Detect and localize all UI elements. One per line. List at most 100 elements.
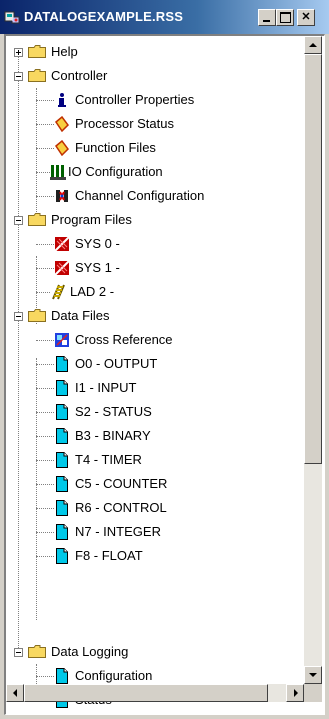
vertical-scroll-thumb[interactable]	[304, 54, 322, 464]
tree-branch	[36, 292, 50, 293]
window-title: DATALOGEXAMPLE.RSS	[24, 9, 184, 24]
scroll-down-button[interactable]	[304, 666, 322, 684]
data-file-icon	[56, 428, 68, 444]
tree-item-data-file[interactable]: C5 - COUNTER	[6, 472, 304, 496]
tree-item-label: O0 - OUTPUT	[75, 356, 158, 371]
tree-item-label: IO Configuration	[68, 164, 163, 179]
folder-open-icon	[28, 213, 46, 226]
horizontal-scrollbar[interactable]	[6, 684, 304, 702]
tree-item-label: Channel Configuration	[75, 188, 205, 203]
tree-branch	[36, 196, 54, 197]
tree-branch	[36, 268, 54, 269]
close-button[interactable]: ✕	[297, 9, 315, 26]
tree-item-label: Configuration	[75, 668, 153, 683]
data-file-icon	[56, 380, 68, 396]
tree-view-pane: Help Controller Controller Properties Pr…	[4, 34, 325, 715]
tree-item-data-file[interactable]: F8 - FLOAT	[6, 544, 304, 568]
tree-item-label: I1 - INPUT	[75, 380, 137, 395]
tree-item-label: SYS 1 -	[75, 260, 120, 275]
data-file-icon	[56, 524, 68, 540]
tree-item-cross-reference[interactable]: Cross Reference	[6, 328, 304, 352]
tree-branch	[36, 340, 54, 341]
tree-branch	[36, 484, 54, 485]
expand-icon[interactable]	[14, 48, 23, 57]
data-file-icon	[56, 548, 68, 564]
data-file-icon	[56, 356, 68, 372]
tree-item-label: S2 - STATUS	[75, 404, 152, 419]
tree-item-data-file[interactable]: O0 - OUTPUT	[6, 352, 304, 376]
tree-item-data-file[interactable]: T4 - TIMER	[6, 448, 304, 472]
tree-item-io-configuration[interactable]: IO Configuration	[6, 160, 304, 184]
tree-item-label: LAD 2 -	[70, 284, 115, 299]
data-file-icon	[56, 452, 68, 468]
data-file-icon	[56, 500, 68, 516]
tree-folder-help[interactable]: Help	[6, 40, 304, 64]
tree-item-label: Cross Reference	[75, 332, 173, 347]
collapse-icon[interactable]	[14, 72, 23, 81]
tree-item-data-file[interactable]: I1 - INPUT	[6, 376, 304, 400]
tree-item-label: Function Files	[75, 140, 156, 155]
data-file-icon	[56, 668, 68, 684]
tree-item-data-file[interactable]: S2 - STATUS	[6, 400, 304, 424]
tree-item-processor-status[interactable]: Processor Status	[6, 112, 304, 136]
tree-item-label: F8 - FLOAT	[75, 548, 143, 563]
scroll-left-button[interactable]	[6, 684, 24, 702]
scroll-right-button[interactable]	[286, 684, 304, 702]
tree-item-data-file[interactable]: B3 - BINARY	[6, 424, 304, 448]
folder-open-icon	[28, 69, 46, 82]
collapse-icon[interactable]	[14, 312, 23, 321]
folder-label: Program Files	[51, 212, 132, 227]
tree-item-label: N7 - INTEGER	[75, 524, 161, 539]
project-tree: Help Controller Controller Properties Pr…	[6, 36, 304, 708]
tree-item-data-file[interactable]: N7 - INTEGER	[6, 520, 304, 544]
tree-folder-controller[interactable]: Controller	[6, 64, 304, 88]
info-icon	[58, 93, 66, 107]
channel-config-icon	[56, 190, 68, 202]
collapse-icon[interactable]	[14, 648, 23, 657]
folder-label: Help	[51, 44, 78, 59]
function-files-icon	[55, 140, 69, 156]
tree-item-label: Controller Properties	[75, 92, 195, 107]
tree-branch	[36, 364, 54, 365]
scrollbar-corner	[304, 684, 322, 702]
tree-item-label: C5 - COUNTER	[75, 476, 168, 491]
tree-item-label: Processor Status	[75, 116, 174, 131]
collapse-icon[interactable]	[14, 216, 23, 225]
tree-branch	[36, 244, 54, 245]
tree-item-label: R6 - CONTROL	[75, 500, 167, 515]
arrow-right-icon	[294, 689, 298, 697]
arrow-down-icon	[309, 673, 317, 677]
io-config-icon	[50, 165, 66, 180]
scroll-up-button[interactable]	[304, 36, 322, 54]
tree-item-label: T4 - TIMER	[75, 452, 142, 467]
processor-status-icon	[55, 116, 69, 132]
tree-branch	[36, 556, 54, 557]
tree-folder-data-logging[interactable]: Data Logging	[6, 640, 304, 664]
system-program-icon	[54, 260, 70, 276]
tree-item-channel-configuration[interactable]: Channel Configuration	[6, 184, 304, 208]
tree-item-controller-properties[interactable]: Controller Properties	[6, 88, 304, 112]
vertical-scrollbar[interactable]	[304, 36, 322, 684]
tree-item-sys1[interactable]: SYS 1 -	[6, 256, 304, 280]
minimize-button[interactable]	[258, 9, 276, 26]
tree-folder-data-files[interactable]: Data Files	[6, 304, 304, 328]
data-file-icon	[56, 476, 68, 492]
folder-label: Data Files	[51, 308, 110, 323]
title-bar[interactable]: DATALOGEXAMPLE.RSS ✕	[0, 0, 329, 34]
maximize-button[interactable]	[276, 9, 294, 26]
tree-item-label: SYS 0 -	[75, 236, 120, 251]
folder-label: Data Logging	[51, 644, 129, 659]
arrow-up-icon	[309, 43, 317, 47]
data-file-icon	[56, 404, 68, 420]
horizontal-scroll-thumb[interactable]	[24, 684, 268, 702]
tree-branch	[36, 124, 54, 125]
tree-item-sys0[interactable]: SYS 0 -	[6, 232, 304, 256]
tree-item-lad2[interactable]: LAD 2 -	[6, 280, 304, 304]
tree-item-data-file[interactable]: R6 - CONTROL	[6, 496, 304, 520]
folder-icon	[28, 45, 46, 58]
tree-branch	[36, 460, 54, 461]
tree-folder-program-files[interactable]: Program Files	[6, 208, 304, 232]
tree-item-function-files[interactable]: Function Files	[6, 136, 304, 160]
system-program-icon	[54, 236, 70, 252]
tree-branch	[36, 388, 54, 389]
